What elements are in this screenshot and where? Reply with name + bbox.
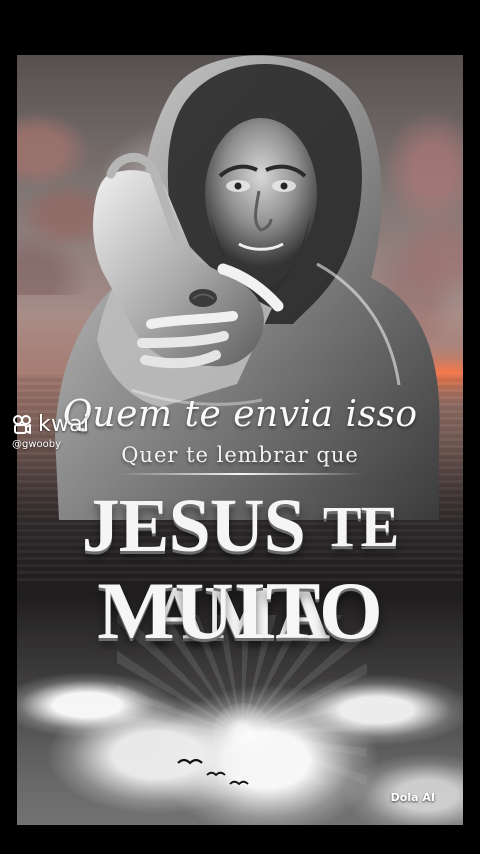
video-screen: Quem te envia isso Quer te lembrar que J…: [0, 0, 480, 854]
headline-word-jesus: JESUS: [81, 484, 306, 568]
headline-jesus-te-ama: JESUS TE AMA: [17, 483, 463, 655]
kwai-brand-row: kwai: [10, 412, 110, 438]
kwai-brand-text: kwai: [38, 412, 90, 437]
kwai-username: @gwooby: [12, 439, 62, 450]
birds-illustration: [177, 758, 249, 786]
artist-credit: Dola AI: [390, 791, 435, 804]
headline-muito: MUITO: [97, 565, 383, 656]
divider-line: [117, 473, 363, 475]
headline-word-te: TE: [322, 494, 399, 559]
kwai-logo-icon: [13, 415, 31, 434]
kwai-watermark: kwai @gwooby: [10, 412, 110, 458]
